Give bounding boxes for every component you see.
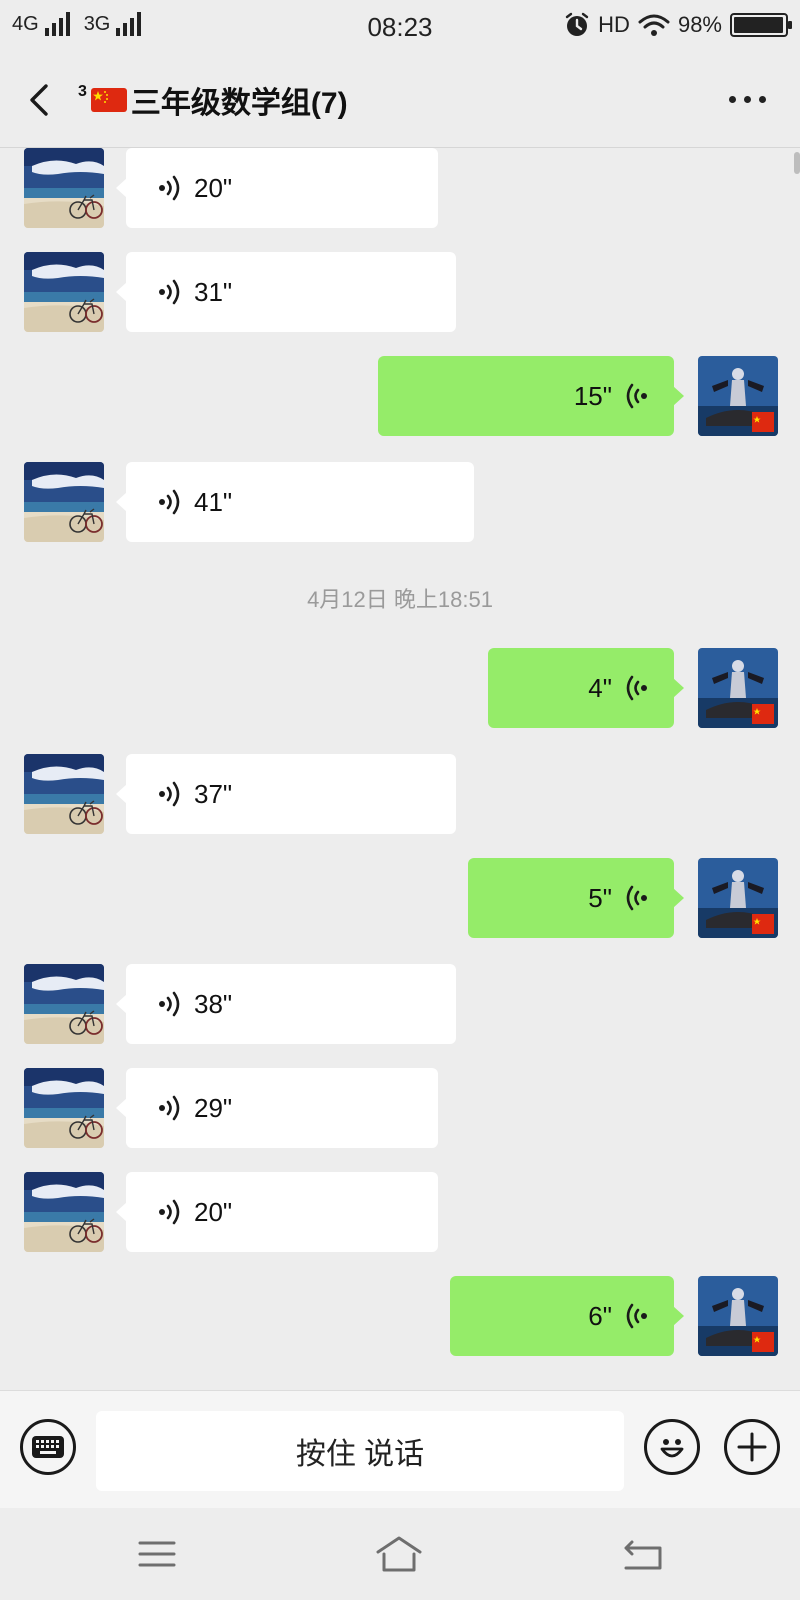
emoji-button[interactable] [644, 1419, 700, 1475]
message-row: 29" [0, 1068, 800, 1148]
battery-percent: 98% [677, 12, 722, 37]
message-row: 20" [0, 1172, 800, 1252]
alarm-icon [565, 12, 589, 36]
wifi-icon [638, 14, 670, 36]
voice-icon [158, 487, 184, 517]
voice-duration: 6" [588, 1300, 612, 1331]
figure-car-avatar[interactable] [698, 858, 778, 938]
message-row: 20" [0, 148, 800, 228]
back-icon [30, 84, 48, 116]
keyboard-toggle-button[interactable] [20, 1419, 76, 1475]
message-row: 4" [0, 648, 800, 728]
status-right: HD 98% [564, 12, 792, 38]
hd-label: HD [598, 12, 630, 37]
voice-icon [622, 381, 648, 411]
voice-duration: 5" [588, 882, 612, 913]
message-row: 31" [0, 252, 800, 332]
menu-icon [138, 1541, 176, 1567]
beach-bicycle-avatar[interactable] [24, 754, 104, 834]
voice-icon [622, 673, 648, 703]
system-nav-bar [0, 1508, 800, 1600]
voice-message-bubble[interactable]: 20" [116, 148, 438, 228]
voice-duration: 31" [194, 276, 233, 307]
voice-icon [158, 173, 184, 203]
voice-duration: 29" [194, 1092, 233, 1123]
voice-message-bubble[interactable]: 41" [116, 462, 474, 542]
voice-message-bubble[interactable]: 20" [116, 1172, 438, 1252]
chat-message-list[interactable]: 20" 31" 15" 41" 4月12日 晚上18:51 4" 37" 5" … [0, 148, 800, 1390]
message-timestamp: 4月12日 晚上18:51 [307, 587, 493, 612]
voice-message-bubble[interactable]: 29" [116, 1068, 438, 1148]
voice-message-bubble[interactable]: 37" [116, 754, 456, 834]
voice-duration: 15" [573, 380, 612, 411]
home-icon [376, 1536, 422, 1572]
china-flag-icon [90, 88, 127, 112]
beach-bicycle-avatar[interactable] [24, 252, 104, 332]
voice-icon [158, 277, 184, 307]
voice-duration: 37" [194, 778, 233, 809]
voice-icon [158, 1197, 184, 1227]
voice-icon [158, 779, 184, 809]
battery-icon [730, 13, 792, 37]
beach-bicycle-avatar[interactable] [24, 1068, 104, 1148]
more-icon [729, 96, 766, 103]
message-row: 37" [0, 754, 800, 834]
hold-to-talk-button[interactable]: 按住 说话 [96, 1411, 624, 1491]
back-icon [624, 1540, 662, 1570]
voice-message-bubble[interactable]: 4" [488, 648, 684, 728]
voice-icon [158, 1093, 184, 1123]
figure-car-avatar[interactable] [698, 648, 778, 728]
voice-message-bubble[interactable]: 38" [116, 964, 456, 1044]
emoji-icon [660, 1439, 684, 1458]
nav-menu-button[interactable] [132, 1532, 182, 1576]
figure-car-avatar[interactable] [698, 356, 778, 436]
voice-duration: 20" [194, 1196, 233, 1227]
voice-icon [158, 989, 184, 1019]
nav-home-button[interactable] [374, 1532, 424, 1576]
more-functions-button[interactable] [724, 1419, 780, 1475]
chat-title-group: 3 三年级数学组(7) [78, 78, 348, 122]
nav-back-button[interactable] [618, 1532, 668, 1576]
voice-duration: 4" [588, 672, 612, 703]
message-row: 6" [0, 1276, 800, 1356]
beach-bicycle-avatar[interactable] [24, 964, 104, 1044]
message-row: 41" [0, 462, 800, 542]
message-row: 38" [0, 964, 800, 1044]
beach-bicycle-avatar[interactable] [24, 148, 104, 228]
voice-duration: 20" [194, 172, 233, 203]
title-superscript: 3 [78, 83, 87, 100]
status-bar: 4G 3G 08:23 HD 98% [0, 0, 800, 50]
message-row: 15" [0, 356, 800, 436]
voice-message-bubble[interactable]: 5" [468, 858, 684, 938]
voice-icon [622, 883, 648, 913]
message-row: 5" [0, 858, 800, 938]
figure-car-avatar[interactable] [698, 1276, 778, 1356]
plus-icon [737, 1432, 767, 1462]
voice-icon [622, 1301, 648, 1331]
voice-message-bubble[interactable]: 6" [450, 1276, 684, 1356]
beach-bicycle-avatar[interactable] [24, 462, 104, 542]
voice-message-bubble[interactable]: 15" [378, 356, 684, 436]
voice-duration: 41" [194, 486, 233, 517]
chat-title: 三年级数学组(7) [130, 87, 348, 120]
keyboard-icon [32, 1436, 64, 1458]
voice-duration: 38" [194, 988, 233, 1019]
more-button[interactable] [729, 96, 766, 103]
voice-message-bubble[interactable]: 31" [116, 252, 456, 332]
beach-bicycle-avatar[interactable] [24, 1172, 104, 1252]
chat-header: 3 三年级数学组(7) [0, 50, 800, 148]
back-button[interactable] [20, 78, 60, 122]
chat-input-bar: 按住 说话 [0, 1390, 800, 1508]
